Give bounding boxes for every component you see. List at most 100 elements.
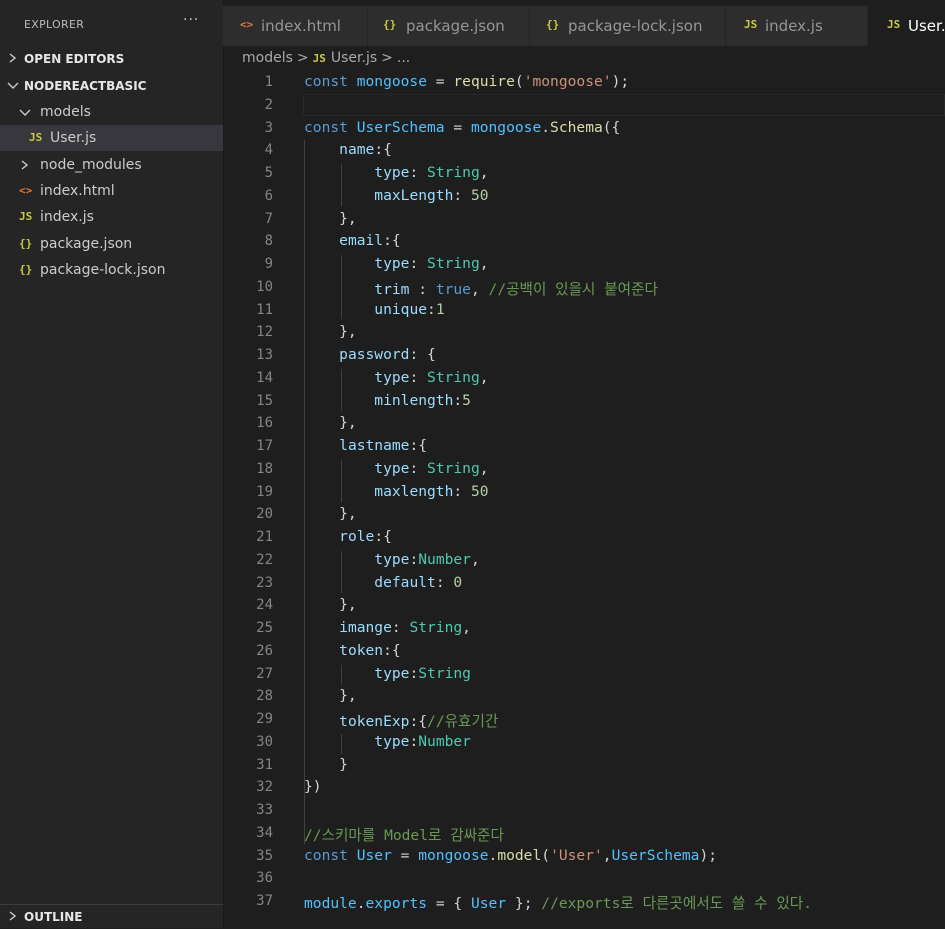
code-line[interactable]: 7 }, bbox=[223, 208, 945, 231]
more-actions-icon[interactable]: ··· bbox=[183, 12, 199, 28]
code-line[interactable]: 35 const User = mongoose.model('User',Use… bbox=[223, 845, 945, 868]
code-token: : bbox=[453, 391, 463, 409]
code-token: :{ bbox=[383, 641, 401, 659]
code-line[interactable]: 24 }, bbox=[223, 594, 945, 617]
code-line[interactable]: 26 token:{ bbox=[223, 640, 945, 663]
code-text: }, bbox=[304, 323, 357, 340]
line-number: 6 bbox=[264, 187, 273, 204]
code-token: true bbox=[435, 280, 471, 298]
code-text: role:{ bbox=[304, 528, 392, 545]
code-text: trim : true, //공백이 있을시 붙여준다 bbox=[304, 278, 658, 299]
code-token: //exports로 다른곳에서도 쓸 수 있다. bbox=[541, 895, 812, 912]
code-token: ({ bbox=[602, 118, 621, 136]
code-text: lastname:{ bbox=[304, 437, 427, 454]
tab-index-html[interactable]: <> index.html bbox=[223, 6, 368, 46]
code-line[interactable]: 33 bbox=[223, 799, 945, 822]
code-text: minlength:5 bbox=[304, 392, 471, 409]
line-number: 9 bbox=[264, 256, 273, 272]
line-number: 13 bbox=[256, 347, 273, 363]
code-token: String bbox=[427, 459, 480, 477]
code-token: :{ bbox=[383, 232, 401, 250]
code-line[interactable]: 22 type:Number, bbox=[223, 549, 945, 572]
line-number: 25 bbox=[256, 620, 273, 636]
code-token: //스키마를 Model로 감싸준다 bbox=[304, 826, 504, 844]
code-line[interactable]: 37 module.exports = { User }; //exports로 … bbox=[223, 890, 945, 913]
code-line[interactable]: 13 password: { bbox=[223, 344, 945, 367]
tab-package-json[interactable]: {} package.json bbox=[368, 6, 530, 46]
code-line[interactable]: 11 unique:1 bbox=[223, 299, 945, 322]
code-line[interactable]: 29 tokenExp:{//유효기간 bbox=[223, 708, 945, 731]
code-line[interactable]: 30 type:Number bbox=[223, 731, 945, 754]
tree-file-package-json[interactable]: {} package.json bbox=[0, 231, 223, 257]
code-line[interactable]: 1 const mongoose = require('mongoose'); bbox=[223, 71, 945, 94]
code-token: :{ bbox=[374, 141, 392, 159]
line-number: 11 bbox=[256, 301, 273, 318]
code-line[interactable]: 18 type: String, bbox=[223, 458, 945, 481]
js-file-icon: JS bbox=[887, 18, 901, 31]
line-number: 1 bbox=[264, 74, 273, 90]
line-number: 15 bbox=[256, 392, 273, 409]
chevron-right-icon bbox=[9, 53, 17, 63]
code-line[interactable]: 31 } bbox=[223, 754, 945, 777]
code-line[interactable]: 34 //스키마를 Model로 감싸준다 bbox=[223, 822, 945, 845]
tree-file-index-html[interactable]: <> index.html bbox=[0, 178, 223, 204]
code-line[interactable]: 9 type: String, bbox=[223, 253, 945, 276]
line-number: 7 bbox=[264, 210, 273, 227]
code-token: 0 bbox=[453, 573, 463, 591]
code-line[interactable]: 25 imange: String, bbox=[223, 617, 945, 640]
code-line[interactable]: 17 lastname:{ bbox=[223, 435, 945, 458]
code-token: ); bbox=[611, 73, 630, 90]
tree-file-package-lock-json[interactable]: {} package-lock.json bbox=[0, 257, 223, 283]
code-line[interactable]: 4 name:{ bbox=[223, 139, 945, 162]
code-token: mongoose bbox=[356, 73, 428, 90]
code-line[interactable]: 3 const UserSchema = mongoose.Schema({ bbox=[223, 117, 945, 140]
breadcrumb-folder[interactable]: models bbox=[242, 50, 293, 66]
code-line[interactable]: 16 }, bbox=[223, 412, 945, 435]
code-token: : bbox=[391, 619, 410, 636]
code-token: tokenExp bbox=[339, 713, 410, 730]
code-line[interactable]: 36 bbox=[223, 867, 945, 890]
code-line[interactable]: 28 }, bbox=[223, 685, 945, 708]
code-token: //공백이 있을시 붙여준다 bbox=[488, 280, 658, 298]
code-text: type: String, bbox=[304, 459, 488, 477]
chevron-down-icon bbox=[7, 82, 19, 89]
project-section[interactable]: NODEREACTBASIC bbox=[0, 74, 223, 98]
code-text: const UserSchema = mongoose.Schema({ bbox=[304, 119, 620, 136]
code-line[interactable]: 2 bbox=[223, 94, 945, 117]
code-line[interactable]: 14 type: String, bbox=[223, 367, 945, 390]
tree-folder-models[interactable]: models bbox=[0, 99, 223, 125]
tab-label: index.js bbox=[765, 17, 823, 35]
outline-section[interactable]: OUTLINE bbox=[0, 905, 223, 929]
code-token: 5 bbox=[462, 391, 471, 409]
code-line[interactable]: 8 email:{ bbox=[223, 230, 945, 253]
code-line[interactable]: 20 }, bbox=[223, 503, 945, 526]
code-text: type: String, bbox=[304, 369, 488, 386]
code-line[interactable]: 21 role:{ bbox=[223, 526, 945, 549]
code-editor[interactable]: 1 const mongoose = require('mongoose'); 2 3… bbox=[223, 70, 945, 928]
chevron-right-icon: > bbox=[296, 50, 309, 66]
tree-file-user-js[interactable]: JS User.js bbox=[0, 125, 223, 151]
code-token: 'User' bbox=[550, 846, 603, 864]
code-line[interactable]: 19 maxlength: 50 bbox=[223, 481, 945, 504]
code-token: Schema bbox=[550, 118, 603, 136]
code-token: maxlength bbox=[374, 482, 454, 500]
code-line[interactable]: 12 }, bbox=[223, 321, 945, 344]
tab-index-js[interactable]: JS index.js bbox=[726, 6, 868, 46]
breadcrumb-symbol[interactable]: ... bbox=[397, 50, 410, 66]
code-line[interactable]: 32}) bbox=[223, 776, 945, 799]
tab-user-js[interactable]: JS User.js bbox=[868, 6, 945, 46]
tree-folder-node-modules[interactable]: node_modules bbox=[0, 152, 223, 178]
code-line[interactable]: 23 default: 0 bbox=[223, 572, 945, 595]
breadcrumb-file[interactable]: User.js bbox=[331, 50, 377, 66]
code-token: : bbox=[409, 459, 428, 477]
code-line[interactable]: 27 type:String bbox=[223, 663, 945, 686]
code-line[interactable]: 10 trim : true, //공백이 있을시 붙여준다 bbox=[223, 276, 945, 299]
open-editors-section[interactable]: OPEN EDITORS bbox=[0, 47, 223, 71]
tab-package-lock-json[interactable]: {} package-lock.json bbox=[530, 6, 726, 46]
code-line[interactable]: 15 minlength:5 bbox=[223, 390, 945, 413]
tree-file-index-js[interactable]: JS index.js bbox=[0, 204, 223, 230]
tree-item-label: package.json bbox=[40, 236, 133, 252]
code-line[interactable]: 6 maxLength: 50 bbox=[223, 185, 945, 208]
code-line[interactable]: 5 type: String, bbox=[223, 162, 945, 185]
